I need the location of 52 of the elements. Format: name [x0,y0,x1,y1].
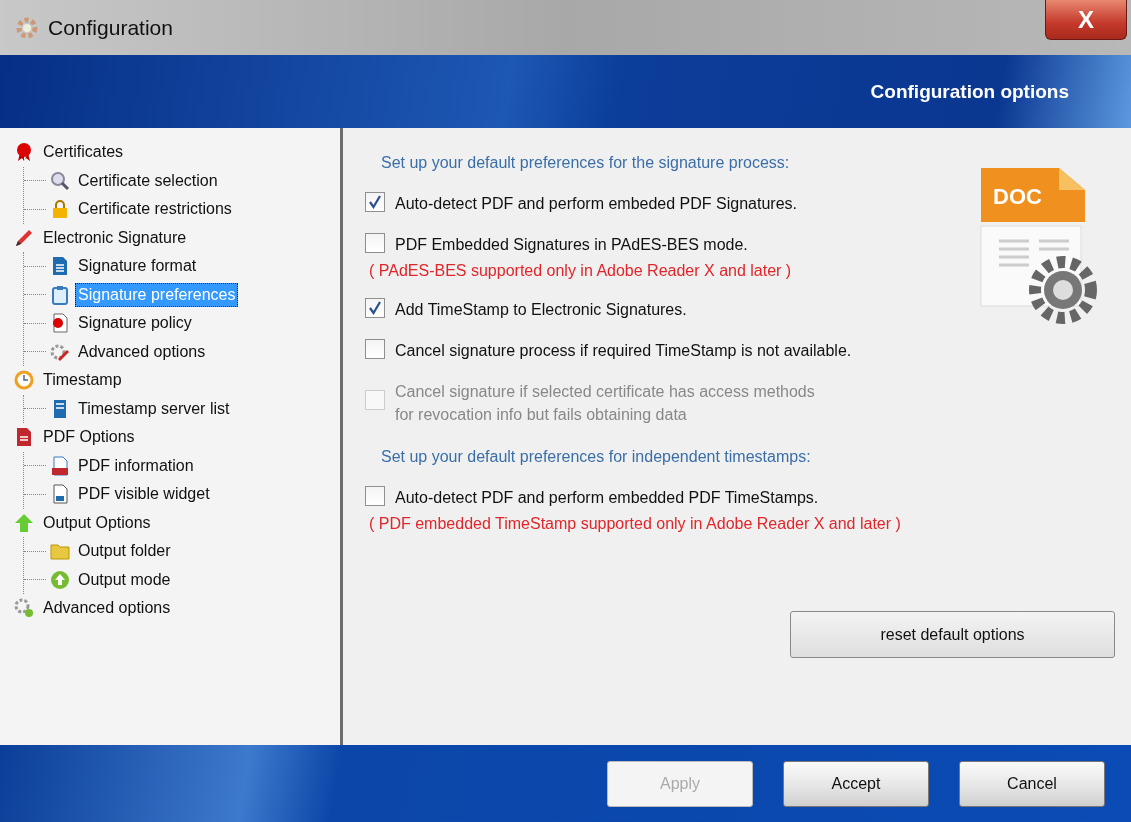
tree-item[interactable]: Output folder [75,539,174,564]
document-icon [14,427,34,448]
document-icon [50,484,70,505]
pencil-icon [14,227,34,248]
clock-icon [14,370,34,391]
tree-item[interactable]: Timestamp server list [75,396,233,421]
checkbox[interactable] [365,192,385,212]
tree-item[interactable]: Signature policy [75,311,195,336]
tree-item[interactable]: PDF visible widget [75,482,213,507]
checkbox-label: PDF Embedded Signatures in PAdES-BES mode. [395,235,748,255]
pdf-file-icon [50,455,70,476]
tree-item[interactable]: PDF Options [40,425,138,450]
tree-item[interactable]: Signature format [75,254,200,279]
tree-item[interactable]: Electronic Signature [40,225,190,250]
tree-item[interactable]: Timestamp [40,368,125,393]
up-arrow-icon [14,512,34,533]
checkbox[interactable] [365,339,385,359]
tree-item[interactable]: Certificate restrictions [75,197,235,222]
checkbox[interactable] [365,486,385,506]
tree-item[interactable]: Advanced options [75,339,209,364]
reset-button[interactable]: reset default options [790,611,1115,658]
note-text: ( PDF embedded TimeStamp supported only in Adobe Reader X and later ) [369,515,902,533]
ribbon-badge-icon [14,142,34,163]
clipboard-icon [50,284,70,305]
tree-item[interactable]: Certificate selection [75,168,221,193]
document-seal-icon [50,313,70,334]
tree-item[interactable]: Output Options [40,510,154,535]
tree-item[interactable]: Output mode [75,567,174,592]
dialog-button[interactable]: Accept [783,760,929,807]
note-text: ( PAdES-BES supported only in Adobe Reader X and later ) [369,262,793,280]
tree-item[interactable]: Advanced options [40,596,174,621]
banner-title: Configuration options [870,80,1069,103]
search-icon [50,170,70,191]
checkbox-label: Add TimeStamp to Electronic Signatures. [395,300,687,320]
dialog-button[interactable]: Cancel [959,760,1105,807]
checkbox-label: Cancel signature process if required TimeStamp is not available. [395,341,852,361]
document-icon [50,256,70,277]
tree-item[interactable]: Certificates [40,140,127,165]
up-arrow-circle-icon [50,569,70,590]
checkbox-label: Auto-detect PDF and perform embedded PDF TimeStamps. [395,488,819,508]
section-heading: Set up your default preferences for the signature process: [381,154,791,172]
window-title: Configuration [48,15,173,40]
gears-icon [14,598,34,619]
checkbox[interactable] [365,298,385,318]
tree-item[interactable]: PDF information [75,453,197,478]
padlock-icon [50,199,70,220]
folder-icon [50,541,70,562]
section-heading: Set up your default preferences for independent timestamps: [381,448,812,466]
checkbox-label: Cancel signature if selected certificate has access methods for revocation info but fails obtaining data [395,382,815,425]
checkbox-label: Auto-detect PDF and perform embeded PDF Signatures. [395,194,797,214]
checkbox[interactable] [365,233,385,253]
close-button[interactable]: X [1045,0,1127,40]
